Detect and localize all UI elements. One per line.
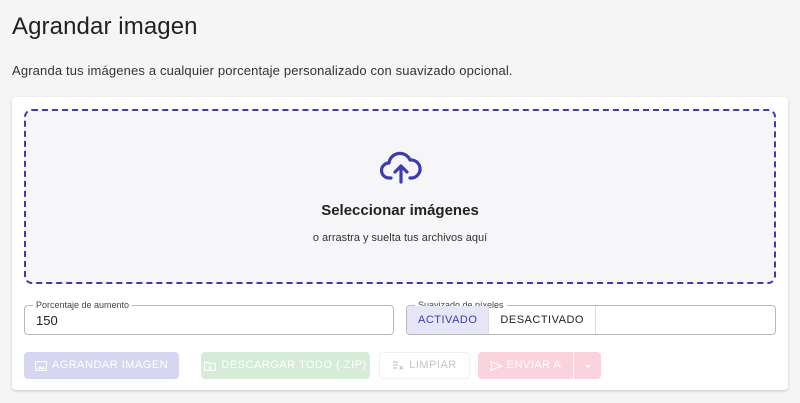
image-icon xyxy=(34,360,47,371)
smoothing-off-button[interactable]: DESACTIVADO xyxy=(489,306,596,334)
send-to-button[interactable]: ENVIAR A xyxy=(478,352,573,379)
smoothing-on-button[interactable]: ACTIVADO xyxy=(407,306,490,334)
file-dropzone[interactable]: Seleccionar imágenes o arrastra y suelta… xyxy=(24,109,776,284)
dropzone-title: Seleccionar imágenes xyxy=(321,202,479,219)
clear-label: LIMPIAR xyxy=(409,359,457,371)
download-all-button[interactable]: DESCARGAR TODO (.ZIP) xyxy=(201,352,370,379)
percentage-field[interactable]: Porcentaje de aumento 150 xyxy=(24,299,394,335)
enlarge-card: Seleccionar imágenes o arrastra y suelta… xyxy=(12,97,788,390)
smoothing-toggle-group: ACTIVADO DESACTIVADO xyxy=(407,306,596,334)
enlarge-image-button[interactable]: AGRANDAR IMAGEN xyxy=(24,352,179,379)
percentage-input[interactable]: 150 xyxy=(36,313,58,328)
clear-button[interactable]: LIMPIAR xyxy=(379,352,470,379)
folder-download-icon xyxy=(204,361,217,371)
page-title: Agrandar imagen xyxy=(12,13,198,40)
download-all-label: DESCARGAR TODO (.ZIP) xyxy=(221,359,367,371)
cloud-upload-icon xyxy=(380,151,422,184)
clear-list-icon xyxy=(393,360,404,370)
page-subtitle: Agranda tus imágenes a cualquier porcent… xyxy=(12,63,513,78)
dropzone-subtitle: o arrastra y suelta tus archivos aquí xyxy=(312,232,488,244)
send-to-menu-button[interactable] xyxy=(574,352,601,379)
percentage-field-label: Porcentaje de aumento xyxy=(33,299,133,311)
chevron-down-icon xyxy=(584,364,591,368)
send-to-label: ENVIAR A xyxy=(506,359,562,371)
smoothing-field: Suavizado de píxeles ACTIVADO DESACTIVAD… xyxy=(406,299,776,335)
enlarge-image-label: AGRANDAR IMAGEN xyxy=(51,359,169,371)
send-icon xyxy=(489,360,502,371)
